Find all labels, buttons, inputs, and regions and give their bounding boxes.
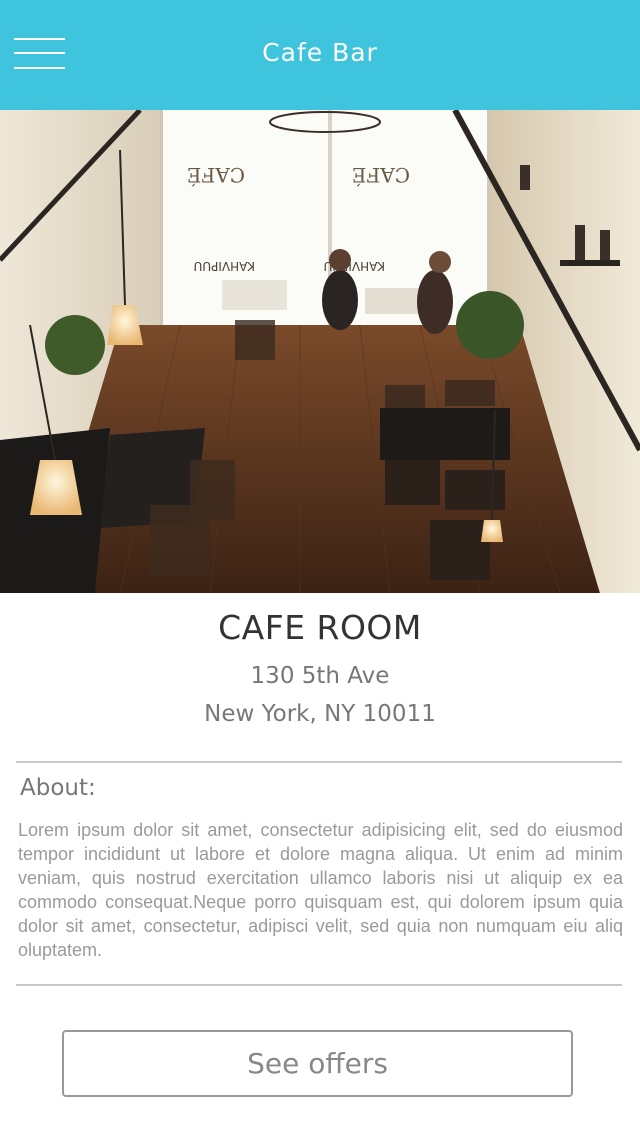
app-header: Cafe Bar xyxy=(0,0,640,110)
cafe-interior-illustration: CAFÉ CAFÉ KAHVIPUU KAHVIPUU xyxy=(0,110,640,593)
address-line-1: 130 5th Ave xyxy=(250,663,390,689)
svg-text:KAHVIPUU: KAHVIPUU xyxy=(194,259,255,273)
about-paragraph: Lorem ipsum dolor sit amet, consectetur … xyxy=(18,820,623,960)
svg-text:CAFÉ: CAFÉ xyxy=(187,163,245,187)
see-offers-button[interactable]: See offers xyxy=(62,1030,573,1097)
address-line-2: New York, NY 10011 xyxy=(204,701,436,727)
menu-line-bottom xyxy=(14,67,65,69)
divider-top xyxy=(16,761,622,763)
hero-image: CAFÉ CAFÉ KAHVIPUU KAHVIPUU xyxy=(0,110,640,593)
app-title: Cafe Bar xyxy=(262,38,378,67)
venue-name: CAFE ROOM xyxy=(218,608,422,647)
divider-bottom xyxy=(16,984,622,986)
about-heading: About: xyxy=(20,775,96,801)
svg-text:CAFÉ: CAFÉ xyxy=(352,163,410,187)
